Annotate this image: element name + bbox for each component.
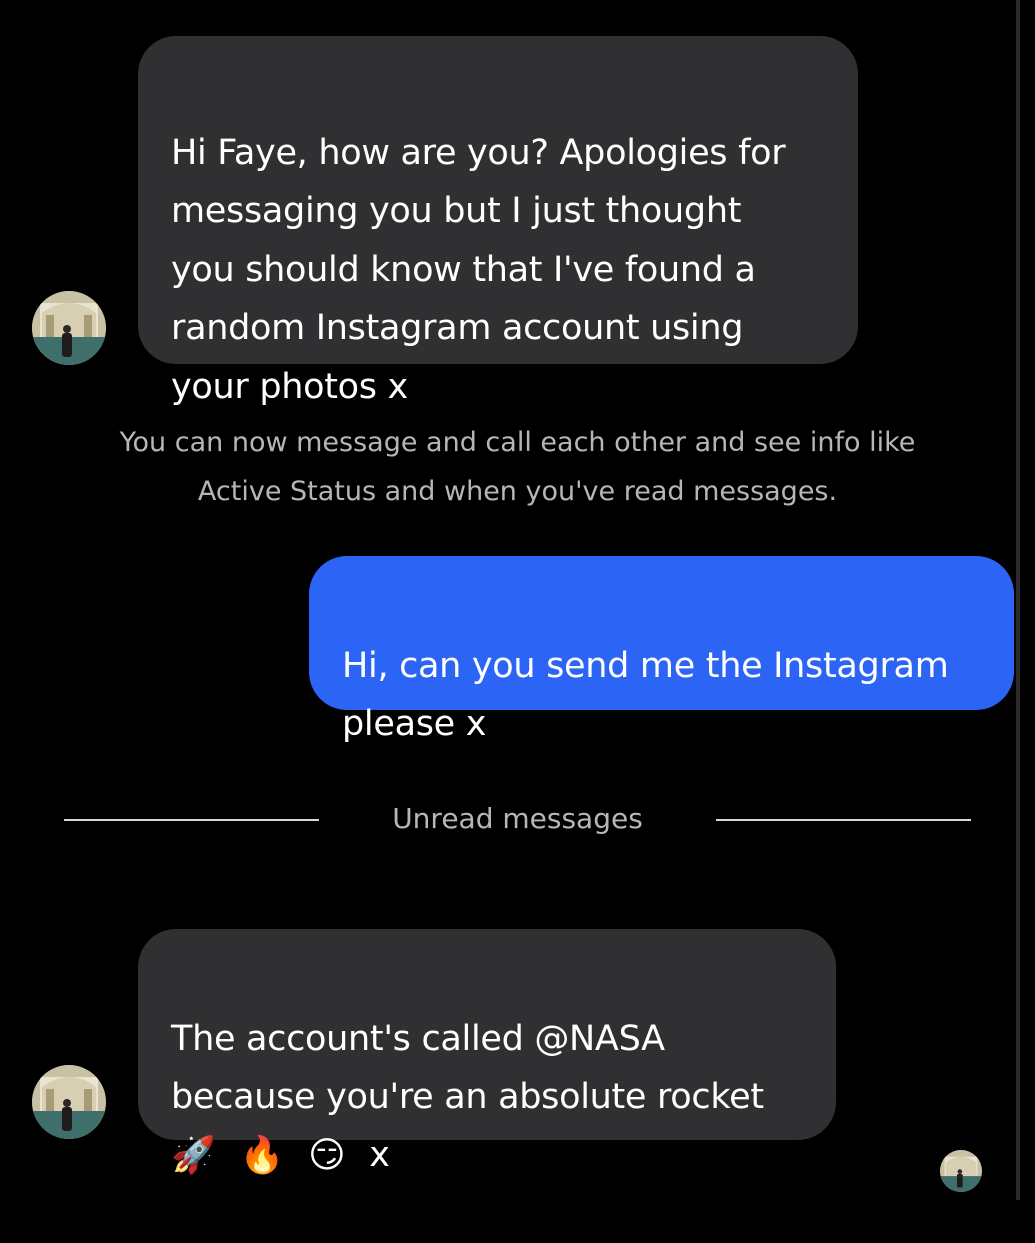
fire-emoji-icon: 🔥 [239,1134,285,1176]
avatar-photo-icon [940,1150,982,1192]
emoji-row: 🚀 🔥 😏 x [171,1127,816,1185]
received-message-bubble[interactable]: Hi Faye, how are you? Apologies for mess… [138,36,858,407]
rocket-emoji-icon: 🚀 [171,1134,216,1176]
unread-divider-line-right [716,819,971,821]
received-message-bubble[interactable]: The account's called @NASA because you'r… [138,929,836,1173]
sender-avatar[interactable] [32,291,106,365]
message-text: Hi, can you send me the Instagram please… [342,645,949,745]
scroll-indicator [1016,0,1020,1200]
sender-avatar[interactable] [32,1065,106,1139]
avatar-photo-icon [32,291,106,365]
smirk-emoji-icon: 😏 [308,1134,346,1176]
message-tail-text: x [369,1135,390,1175]
sent-message-bubble[interactable]: Hi, can you send me the Instagram please… [309,556,1014,744]
chat-status-notice: You can now message and call each other … [119,427,916,507]
read-receipt-avatar [940,1150,982,1192]
message-text: Hi Faye, how are you? Apologies for mess… [171,132,786,407]
message-text: The account's called @NASA because you'r… [171,1018,764,1118]
avatar-photo-icon [32,1065,106,1139]
